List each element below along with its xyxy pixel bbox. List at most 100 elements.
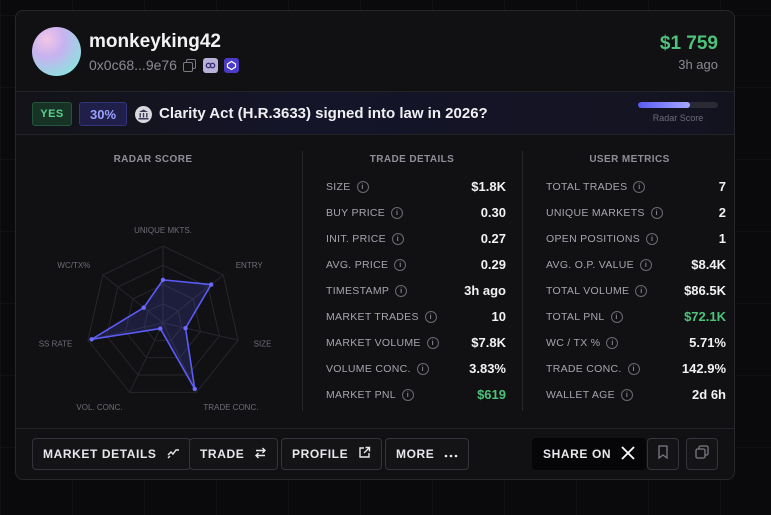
- trade-detail-label-text: TIMESTAMP: [326, 285, 390, 297]
- chart-icon: [167, 447, 180, 462]
- info-icon[interactable]: i: [635, 285, 648, 297]
- user-metric-value: 5.71%: [689, 335, 726, 350]
- user-metric-label: TOTAL VOLUME i: [546, 285, 648, 297]
- info-icon[interactable]: i: [627, 363, 640, 375]
- radar-chart: UNIQUE MKTS. ENTRY SIZE TRADE CONC. VOL. CON…: [39, 226, 272, 412]
- trader-card: monkeyking42 0x0c68...9e76 $1 759 3h ago…: [15, 10, 735, 480]
- info-icon[interactable]: i: [391, 207, 404, 219]
- user-metric-label: UNIQUE MARKETS i: [546, 207, 663, 219]
- trade-detail-label-text: INIT. PRICE: [326, 233, 386, 245]
- user-metric-label: WALLET AGE i: [546, 389, 633, 401]
- market-details-button[interactable]: MARKET DETAILS: [32, 438, 191, 470]
- trade-detail-row: VOLUME CONC. i 3.83%: [326, 361, 506, 387]
- radar-point[interactable]: [89, 337, 94, 342]
- info-icon[interactable]: i: [650, 207, 663, 219]
- user-metric-value: $8.4K: [691, 257, 726, 272]
- probability-badge: 30%: [79, 102, 127, 126]
- user-metric-label-text: AVG. O.P. VALUE: [546, 259, 634, 271]
- trade-detail-row: INIT. PRICE i 0.27: [326, 231, 506, 257]
- radar-axis-label: WC/TX%: [57, 261, 90, 270]
- info-icon[interactable]: i: [639, 259, 652, 271]
- user-metric-value: 142.9%: [681, 361, 726, 376]
- info-icon[interactable]: i: [633, 181, 646, 193]
- radar-score-heading: RADAR SCORE: [113, 154, 193, 165]
- trade-details-list: SIZE i $1.8K BUY PRICE i 0.30 INIT. PRICE i 0.27…: [326, 179, 506, 413]
- user-metric-row: OPEN POSITIONS i 1: [546, 231, 726, 257]
- trade-detail-value: 3.83%: [469, 361, 506, 376]
- username[interactable]: monkeyking42: [89, 31, 221, 53]
- copy-icon[interactable]: [183, 58, 197, 72]
- info-icon[interactable]: i: [646, 233, 659, 245]
- share-on-x-button[interactable]: SHARE ON: [532, 438, 647, 470]
- radar-point[interactable]: [141, 305, 146, 310]
- trade-detail-value: 10: [491, 309, 506, 324]
- info-icon[interactable]: i: [424, 311, 437, 323]
- trade-button[interactable]: TRADE: [189, 438, 279, 470]
- trade-detail-value: 0.29: [480, 257, 506, 272]
- user-metric-label-text: TRADE CONC.: [546, 363, 622, 375]
- radar-point[interactable]: [208, 282, 214, 287]
- user-metric-label: TRADE CONC. i: [546, 363, 640, 375]
- radar-axis-label: ENTRY: [236, 261, 264, 270]
- user-metric-row: TOTAL VOLUME i $86.5K: [546, 283, 726, 309]
- duplicate-button[interactable]: [686, 438, 718, 470]
- trade-detail-label: AVG. PRICE i: [326, 259, 407, 271]
- trade-detail-row: BUY PRICE i 0.30: [326, 205, 506, 231]
- bookmark-button[interactable]: [647, 438, 679, 470]
- info-icon[interactable]: i: [395, 285, 408, 297]
- user-metric-label-text: TOTAL VOLUME: [546, 285, 630, 297]
- user-metric-row: TOTAL TRADES i 7: [546, 179, 726, 205]
- user-metric-row: TOTAL PNL i $72.1K: [546, 309, 726, 335]
- info-icon[interactable]: i: [620, 389, 633, 401]
- info-icon[interactable]: i: [610, 311, 623, 323]
- user-metrics-heading: USER METRICS: [589, 154, 670, 165]
- radar-point[interactable]: [158, 326, 163, 331]
- radar-axis-label: SS RATE: [39, 340, 73, 349]
- info-icon[interactable]: i: [416, 363, 429, 375]
- radar-point[interactable]: [160, 277, 166, 283]
- avatar[interactable]: [32, 27, 81, 76]
- trade-detail-value: $619: [477, 387, 506, 402]
- radar-point[interactable]: [183, 325, 188, 331]
- trade-detail-label-text: VOLUME CONC.: [326, 363, 411, 375]
- radar-axis-label: SIZE: [254, 340, 272, 349]
- trade-details-heading: TRADE DETAILS: [369, 154, 455, 165]
- trade-detail-label-text: MARKET PNL: [326, 389, 396, 401]
- link-icon[interactable]: [202, 57, 218, 73]
- wallet-row: 0x0c68...9e76: [89, 57, 239, 73]
- more-button[interactable]: MORE: [385, 438, 470, 470]
- market-bar[interactable]: YES 30% Clarity Act (H.R.3633) signed in…: [16, 91, 734, 135]
- info-icon[interactable]: i: [394, 259, 407, 271]
- market-title[interactable]: Clarity Act (H.R.3633) signed into law i…: [159, 105, 488, 122]
- radar-point[interactable]: [192, 386, 197, 392]
- ellipsis-icon: [444, 447, 458, 461]
- user-metric-value: 2: [718, 205, 726, 220]
- x-logo-icon: [621, 445, 635, 463]
- info-icon[interactable]: i: [606, 337, 619, 349]
- trade-detail-value: 3h ago: [464, 283, 506, 298]
- radar-axis-label: UNIQUE MKTS.: [134, 226, 192, 235]
- trade-detail-row: SIZE i $1.8K: [326, 179, 506, 205]
- user-metric-row: WALLET AGE i 2d 6h: [546, 387, 726, 413]
- user-metric-label: TOTAL PNL i: [546, 311, 623, 323]
- user-metric-label: WC / TX % i: [546, 337, 619, 349]
- info-icon[interactable]: i: [401, 389, 414, 401]
- info-icon[interactable]: i: [391, 233, 404, 245]
- trade-detail-value: 0.27: [480, 231, 506, 246]
- bookmark-icon: [657, 444, 669, 464]
- position-amount: $1 759: [659, 33, 718, 54]
- profile-button[interactable]: PROFILE: [281, 438, 383, 470]
- external-link-icon: [358, 446, 371, 462]
- polygon-icon[interactable]: [223, 57, 239, 73]
- info-icon[interactable]: i: [356, 181, 369, 193]
- radar-shape: [91, 279, 213, 390]
- trade-detail-label: MARKET VOLUME i: [326, 337, 439, 349]
- user-metric-row: WC / TX % i 5.71%: [546, 335, 726, 361]
- trade-detail-value: $7.8K: [471, 335, 506, 350]
- user-metric-row: UNIQUE MARKETS i 2: [546, 205, 726, 231]
- user-metric-row: AVG. O.P. VALUE i $8.4K: [546, 257, 726, 283]
- market-icon: [135, 106, 152, 123]
- trade-detail-row: TIMESTAMP i 3h ago: [326, 283, 506, 309]
- info-icon[interactable]: i: [426, 337, 439, 349]
- user-metric-label-text: UNIQUE MARKETS: [546, 207, 645, 219]
